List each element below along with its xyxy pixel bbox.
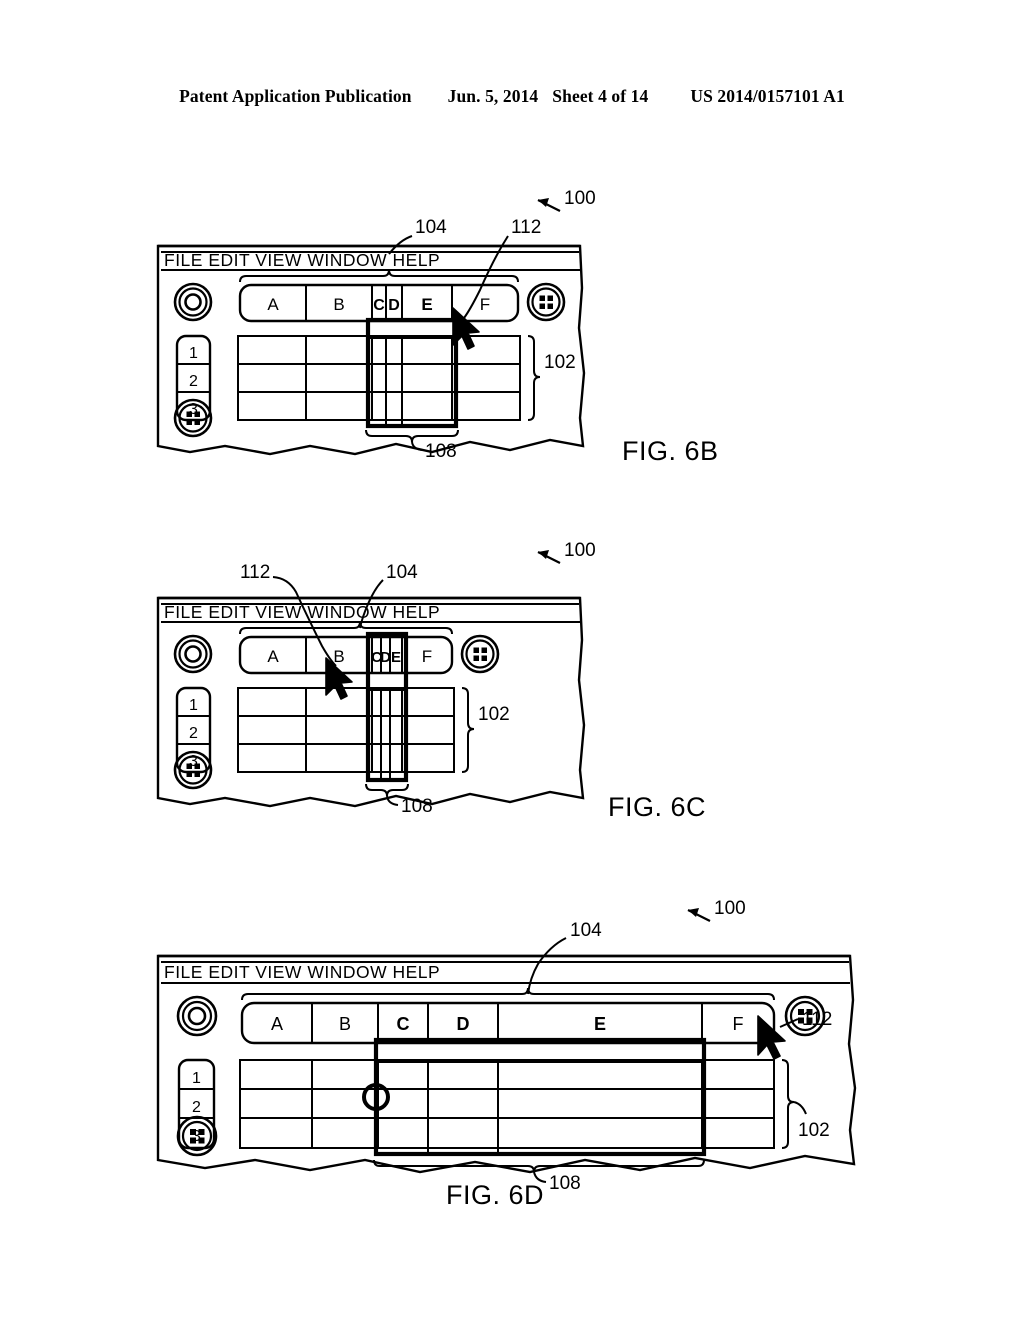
data-grid[interactable] [237, 687, 455, 773]
callout-102-label: 102 [798, 1120, 830, 1141]
column-header-c: C [397, 1014, 410, 1034]
row-header-1: 1 [192, 1070, 201, 1087]
target-circle-icon[interactable] [173, 634, 213, 674]
callout-104-label: 104 [386, 562, 418, 583]
row-header-bar[interactable]: 1 2 3 [177, 1058, 216, 1150]
figure-6b: 100 104 112 FILE EDIT VIEW WINDOW HELP A… [150, 178, 718, 478]
callout-112-label: 112 [511, 217, 541, 238]
callout-100-label: 100 [564, 540, 596, 561]
column-header-e: E [391, 649, 401, 666]
column-header-d: D [457, 1014, 470, 1034]
row-header-bar[interactable]: 1 2 3 [175, 686, 212, 774]
menu-bar[interactable]: FILE EDIT VIEW WINDOW HELP [161, 962, 850, 984]
publication-sheet: Sheet 4 of 14 [552, 86, 649, 106]
column-header-b: B [339, 1014, 351, 1034]
column-header-d: D [380, 649, 391, 666]
target-circle-icon[interactable] [173, 282, 213, 322]
publication-header: Patent Application Publication Jun. 5, 2… [0, 86, 1024, 107]
menu-bar-text: FILE EDIT VIEW WINDOW HELP [164, 962, 440, 982]
callout-104: 104 [388, 217, 447, 255]
grid-four-squares-icon-top-right[interactable] [460, 634, 500, 674]
callout-112-label: 112 [240, 562, 270, 583]
row-header-3: 3 [189, 753, 198, 770]
callout-102-label: 102 [544, 352, 576, 373]
figure-6d-caption: FIG. 6D [446, 1180, 545, 1210]
row-header-3: 3 [192, 1128, 201, 1145]
callout-104-label: 104 [415, 217, 447, 238]
column-header-f: F [733, 1014, 744, 1034]
column-header-f: F [480, 295, 490, 314]
menu-bar-text: FILE EDIT VIEW WINDOW HELP [164, 250, 440, 270]
callout-112-label: 112 [802, 1009, 832, 1030]
column-header-e: E [421, 295, 432, 314]
callout-104-label: 104 [570, 920, 602, 941]
callout-108-label: 108 [425, 441, 457, 462]
patent-drawing-sheet: Patent Application Publication Jun. 5, 2… [0, 0, 1024, 1320]
figure-6b-caption: FIG. 6B [622, 436, 719, 466]
row-header-2: 2 [189, 725, 198, 742]
column-header-c: C [373, 297, 385, 314]
callout-100: 100 [537, 540, 596, 564]
callout-102: 102 [461, 687, 510, 773]
column-header-e: E [594, 1014, 606, 1034]
callout-108-label: 108 [549, 1173, 581, 1194]
column-header-a: A [267, 647, 279, 666]
data-grid[interactable] [239, 1059, 775, 1149]
column-header-a: A [267, 295, 279, 314]
row-header-2: 2 [189, 373, 198, 390]
column-header-f: F [422, 647, 432, 666]
callout-108-label: 108 [401, 796, 433, 817]
callout-100-label: 100 [714, 898, 746, 919]
data-grid[interactable] [237, 335, 521, 421]
callout-102: 102 [781, 1059, 830, 1149]
grid-four-squares-icon-top-right[interactable] [526, 282, 566, 322]
figure-6d: 100 104 FILE EDIT VIEW WINDOW HELP A B C… [150, 888, 890, 1210]
column-header-a: A [271, 1014, 283, 1034]
row-header-3: 3 [189, 401, 198, 418]
selection-box[interactable] [373, 1037, 707, 1157]
column-header-bar[interactable]: A B C D E F [238, 283, 520, 323]
publication-title: Patent Application Publication [179, 86, 412, 106]
column-header-bar[interactable]: A B C D E F [240, 1001, 776, 1045]
row-header-1: 1 [189, 697, 198, 714]
target-circle-icon[interactable] [176, 995, 218, 1037]
figure-6c-caption: FIG. 6C [608, 792, 707, 822]
column-header-d: D [388, 297, 400, 314]
callout-108: 108 [365, 429, 459, 462]
menu-bar-text: FILE EDIT VIEW WINDOW HELP [164, 602, 440, 622]
column-header-b: B [333, 647, 344, 666]
row-header-2: 2 [192, 1099, 201, 1116]
callout-112: 112 [463, 217, 541, 319]
callout-102-label: 102 [478, 704, 510, 725]
row-header-bar[interactable]: 1 2 3 [175, 334, 212, 422]
publication-date: Jun. 5, 2014 [447, 86, 539, 106]
mouse-pointer-icon[interactable]: 112 [757, 1009, 832, 1060]
callout-100: 100 [687, 898, 746, 922]
callout-100: 100 [537, 188, 596, 212]
column-header-bar[interactable]: A B C D E F [238, 635, 454, 675]
figure-6c: 100 112 104 FILE EDIT VIEW WINDOW HELP A… [150, 530, 706, 830]
column-header-b: B [333, 295, 344, 314]
callout-102: 102 [527, 335, 576, 421]
callout-100-label: 100 [564, 188, 596, 209]
row-header-1: 1 [189, 345, 198, 362]
publication-number: US 2014/0157101 A1 [690, 86, 845, 106]
